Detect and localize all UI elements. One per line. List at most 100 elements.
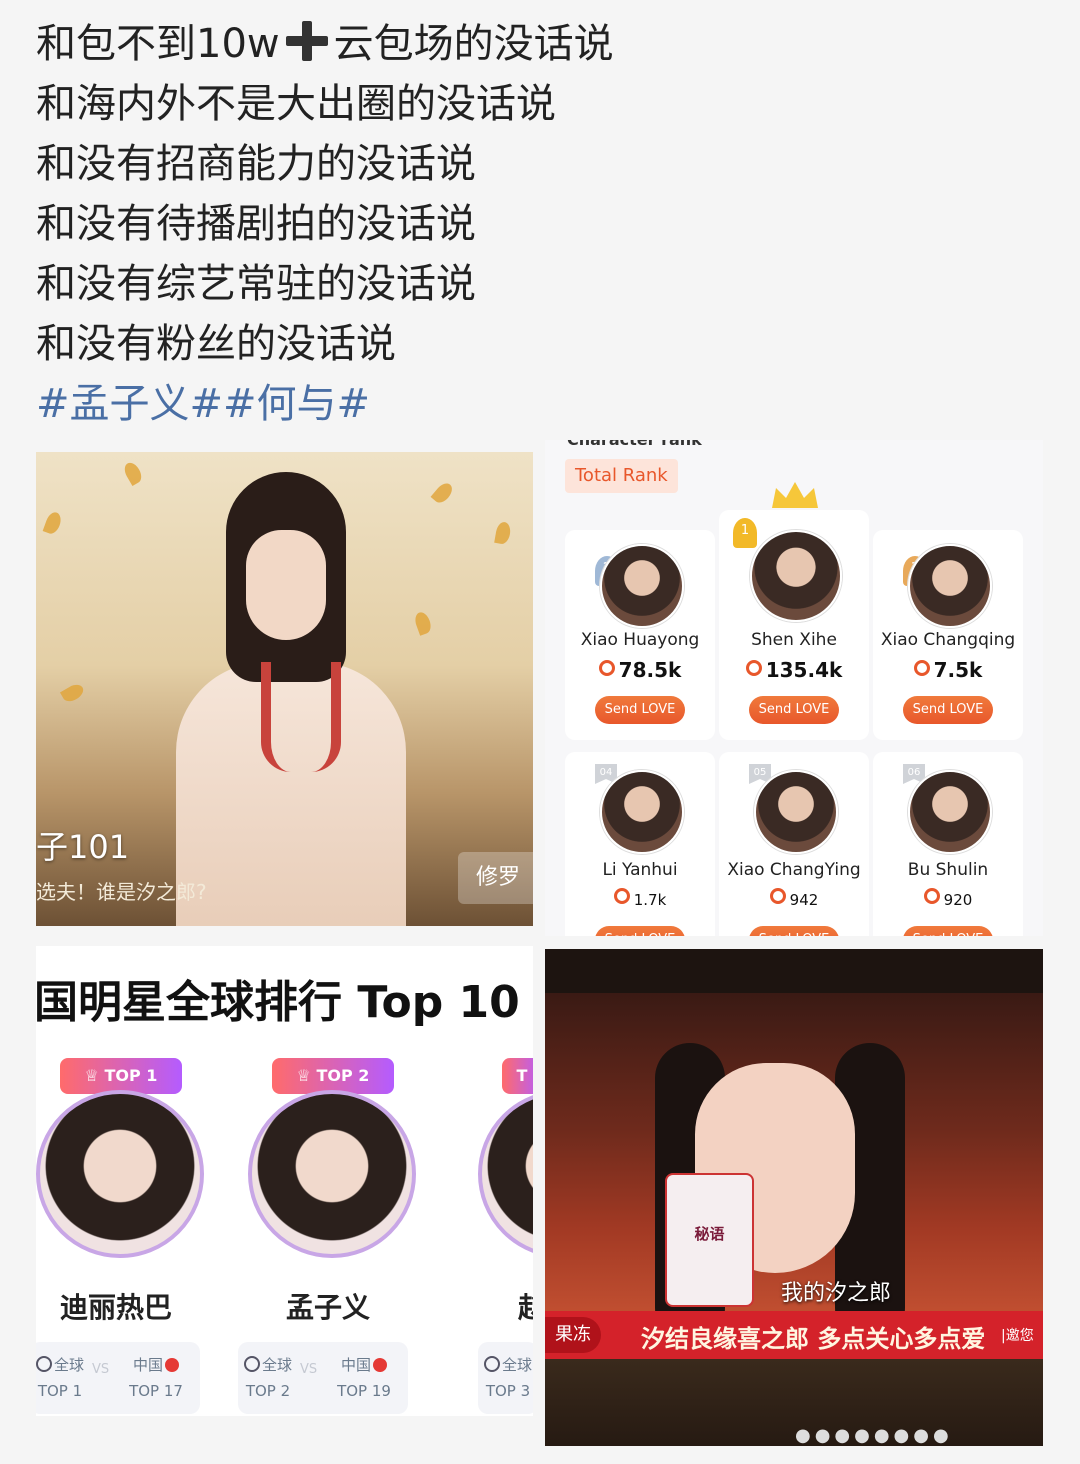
- character-score: 7.5k: [873, 658, 1023, 682]
- star-portrait: [478, 1090, 533, 1258]
- post-line-1-part-a: 和包不到10w: [36, 21, 280, 67]
- image-star-global-rank: 国明星全球排行 Top 10 ♕ TOP 1 迪丽热巴 全球 TOP 1 VS 中…: [36, 946, 533, 1416]
- avatar: [754, 770, 838, 854]
- china-flag-icon: [165, 1358, 179, 1372]
- top-badge: ♕ TOP 1: [60, 1058, 182, 1094]
- send-love-button[interactable]: Send LOVE: [903, 926, 993, 936]
- petal-decoration: [59, 681, 87, 705]
- image-drama-scene[interactable]: 子101 选夫！谁是汐之郎? 修罗: [36, 452, 533, 926]
- scene-title: 子101: [36, 828, 130, 866]
- banner-tail: |邀您: [1001, 1328, 1034, 1344]
- post-line-4: 和没有待播剧拍的没话说: [36, 201, 476, 247]
- send-love-button[interactable]: Send LOVE: [595, 696, 685, 724]
- post-line-2: 和海内外不是大出圈的没话说: [36, 81, 556, 127]
- top-badge: T: [502, 1058, 533, 1094]
- send-love-button[interactable]: Send LOVE: [749, 696, 839, 724]
- plus-icon: [282, 21, 332, 61]
- ad-banner: 果冻 汐结良缘喜之郎 多点关心多点爱 |邀您: [545, 1311, 1043, 1359]
- character-card-rank-1[interactable]: 1 Shen Xihe 135.4k Send LOVE: [719, 510, 869, 740]
- gold-medal-icon: 1: [733, 518, 757, 548]
- character-rank-heading: Character rank: [567, 440, 702, 449]
- china-flag-icon: [373, 1358, 387, 1372]
- vs-label: VS: [300, 1362, 318, 1377]
- avatar: [600, 544, 684, 628]
- hashtag-mengziyi[interactable]: #孟子义#: [36, 381, 223, 427]
- global-rank: 全球 TOP 1: [36, 1356, 84, 1400]
- crown-icon: [772, 482, 818, 508]
- china-rank: 中国 TOP 17: [129, 1356, 183, 1400]
- video-subtitle: 我的汐之郎: [781, 1281, 892, 1306]
- love-icon: [769, 888, 786, 904]
- send-love-button[interactable]: Send LOVE: [903, 696, 993, 724]
- character-card-rank-5[interactable]: 05 Xiao ChangYing 942 Send LOVE: [719, 752, 869, 936]
- character-card-rank-3[interactable]: 3 Xiao Changqing 7.5k Send LOVE: [873, 530, 1023, 740]
- loading-dots-icon: ●●●●●●●●: [795, 1425, 953, 1446]
- love-icon: [613, 888, 630, 904]
- character-name: Bu Shulin: [907, 860, 989, 880]
- character-name: Xiao ChangYing: [727, 860, 861, 880]
- send-love-button[interactable]: Send LOVE: [749, 926, 839, 936]
- character-score: 942: [719, 888, 869, 909]
- globe-icon: [483, 1356, 500, 1372]
- character-score: 78.5k: [565, 658, 715, 682]
- post-text: 和包不到10w 云包场的没话说 和海内外不是大出圈的没话说 和没有招商能力的没话说…: [36, 14, 1036, 434]
- global-rank: 全球 TOP 3: [483, 1356, 532, 1400]
- petal-decoration: [121, 459, 145, 487]
- character-name: Xiao Huayong: [580, 630, 700, 650]
- character-name: Shen Xihe: [751, 630, 837, 650]
- star-rank-heading: 国明星全球排行 Top 10: [36, 977, 520, 1028]
- hashtag-heyu[interactable]: #何与#: [223, 381, 370, 427]
- petal-decoration: [430, 480, 456, 506]
- vs-label: VS: [92, 1362, 110, 1377]
- banner-text: 汐结良缘喜之郎 多点关心多点爱: [641, 1325, 986, 1353]
- star-name: 赵: [518, 1291, 533, 1324]
- tab-total-rank[interactable]: Total Rank: [565, 459, 678, 493]
- image-character-rank: Character rank Total Rank 2 Xiao Huayong…: [545, 440, 1043, 936]
- avatar: [908, 770, 992, 854]
- post-line-3: 和没有招商能力的没话说: [36, 141, 476, 187]
- globe-icon: [36, 1356, 52, 1372]
- character-score: 920: [873, 888, 1023, 909]
- star-name: 迪丽热巴: [59, 1291, 172, 1324]
- post-line-1: 和包不到10w 云包场的没话说: [36, 14, 1036, 74]
- rank-compare-box: 全球 TOP 2 VS 中国 TOP 19: [238, 1342, 408, 1414]
- banner-left-tag: 果冻: [545, 1317, 601, 1353]
- character-name: Xiao Changqing: [880, 630, 1016, 650]
- global-rank: 全球 TOP 2: [243, 1356, 292, 1400]
- character-card-rank-4[interactable]: 04 Li Yanhui 1.7k Send LOVE: [565, 752, 715, 936]
- love-icon: [913, 660, 930, 676]
- scene-side-tag[interactable]: 修罗: [458, 852, 533, 904]
- rank-compare-box: 全球 TOP 3: [478, 1342, 533, 1414]
- petal-decoration: [494, 520, 512, 546]
- star-portrait: [248, 1090, 416, 1258]
- stage-floor: [545, 1359, 1043, 1446]
- love-icon: [745, 660, 762, 676]
- actress-figure: [176, 472, 406, 926]
- avatar: [750, 530, 842, 622]
- petal-decoration: [412, 610, 434, 636]
- hashtags: #孟子义##何与#: [36, 374, 1036, 434]
- send-love-button[interactable]: Send LOVE: [595, 926, 685, 936]
- character-name: Li Yanhui: [602, 860, 678, 880]
- post-line-5: 和没有综艺常驻的没话说: [36, 261, 476, 307]
- star-portrait: [36, 1090, 204, 1258]
- character-card-rank-2[interactable]: 2 Xiao Huayong 78.5k Send LOVE: [565, 530, 715, 740]
- jelly-product: 秘语: [665, 1173, 754, 1307]
- love-icon: [923, 888, 940, 904]
- avatar: [600, 770, 684, 854]
- avatar: [908, 544, 992, 628]
- image-anime-ad[interactable]: 秘语 我的汐之郎 果冻 汐结良缘喜之郎 多点关心多点爱 |邀您 ●●●●●●●●: [545, 949, 1043, 1446]
- character-score: 135.4k: [719, 658, 869, 682]
- china-rank: 中国 TOP 19: [337, 1356, 391, 1400]
- love-icon: [598, 660, 615, 676]
- rank-compare-box: 全球 TOP 1 VS 中国 TOP 17: [36, 1342, 200, 1414]
- top-badge: ♕ TOP 2: [272, 1058, 394, 1094]
- star-name: 孟子义: [285, 1291, 370, 1324]
- post-line-6: 和没有粉丝的没话说: [36, 321, 396, 367]
- petal-decoration: [42, 510, 64, 536]
- character-score: 1.7k: [565, 888, 715, 909]
- globe-icon: [243, 1356, 260, 1372]
- product-label: 秘语: [694, 1225, 725, 1243]
- character-card-rank-6[interactable]: 06 Bu Shulin 920 Send LOVE: [873, 752, 1023, 936]
- scene-subtitle: 选夫！谁是汐之郎?: [36, 880, 207, 904]
